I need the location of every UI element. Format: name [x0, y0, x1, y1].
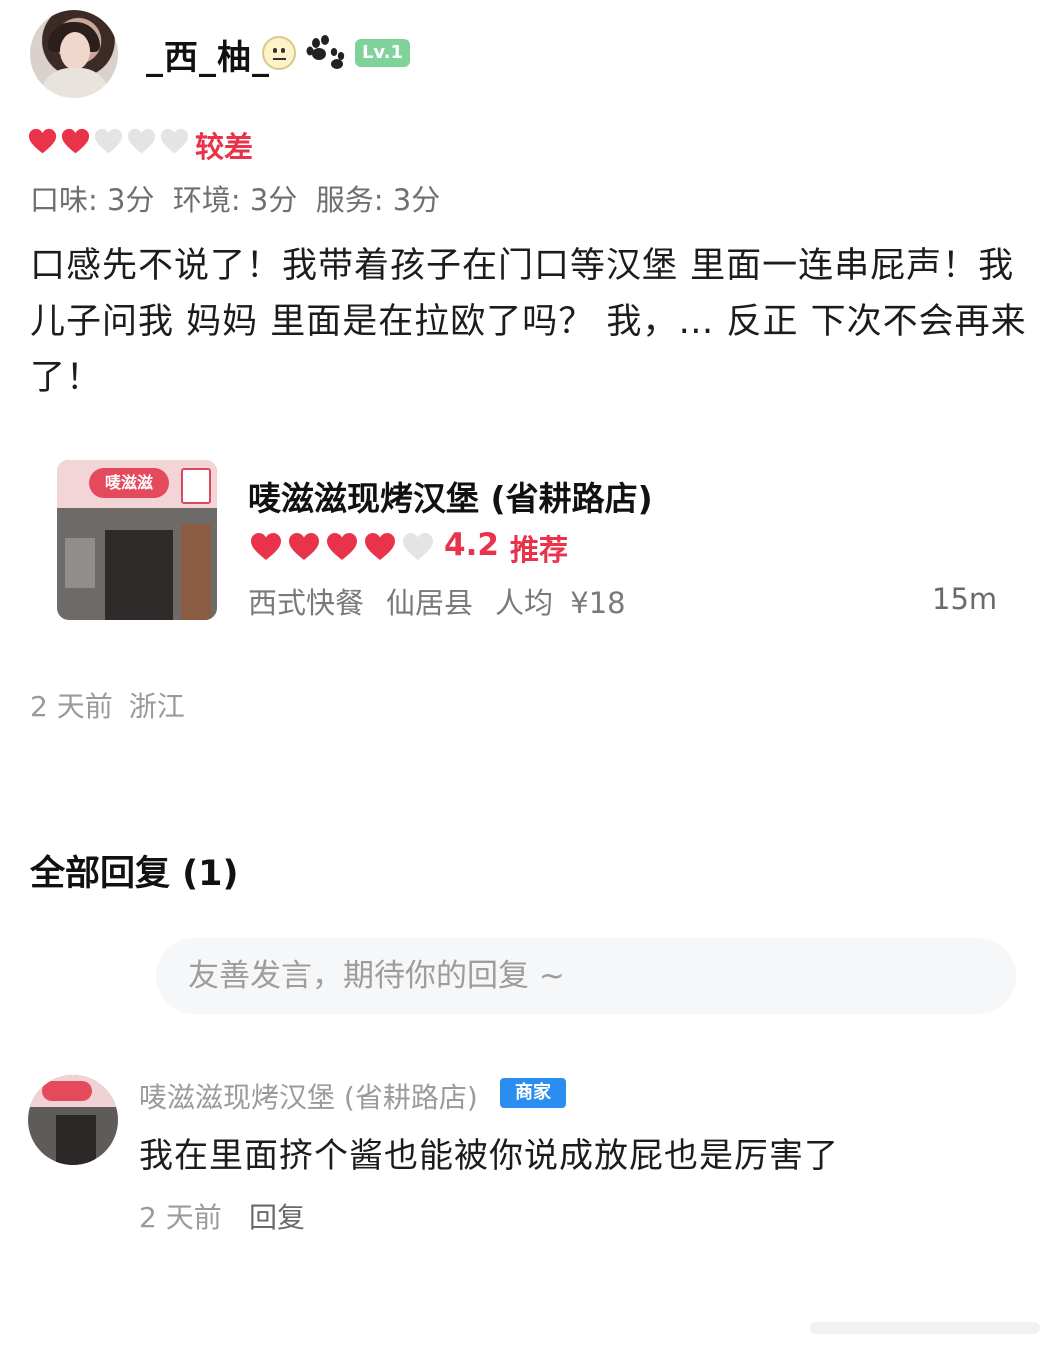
review-text: 口感先不说了！我带着孩子在门口等汉堡 里面一连串屁声！我儿子问我 妈妈 里面是在… — [30, 246, 1027, 398]
heart-empty-icon — [127, 128, 156, 154]
sub-scores: 口味: 3分 环境: 3分 服务: 3分 — [30, 183, 441, 217]
review-rating-hearts — [28, 128, 189, 155]
shop-name[interactable]: 唛滋滋现烤汉堡 (省耕路店) — [248, 472, 653, 520]
username[interactable]: _西_柚_ — [146, 30, 270, 79]
shop-rating-hearts — [250, 532, 434, 562]
neutral-face-icon — [262, 36, 296, 70]
shop-score: 4.2 — [444, 527, 499, 563]
heart-filled-icon — [251, 533, 281, 560]
heart-empty-icon — [94, 128, 123, 154]
shop-thumbnail[interactable]: 唛滋滋 — [57, 460, 217, 620]
heart-filled-icon — [289, 533, 319, 560]
reply-button[interactable]: 回复 — [249, 1196, 305, 1236]
shop-category: 西式快餐 — [248, 586, 365, 620]
reply-time: 2 天前 — [139, 1201, 222, 1234]
post-time: 2 天前 — [30, 690, 113, 723]
user-avatar[interactable] — [30, 10, 118, 98]
replies-heading: 全部回复 (1) — [30, 854, 239, 894]
reply-text: 我在里面挤个酱也能被你说成放屁也是厉害了 — [139, 1136, 839, 1176]
heart-filled-icon — [61, 128, 90, 154]
heart-empty-icon — [403, 533, 433, 560]
heart-filled-icon — [28, 128, 57, 154]
rating-label: 较差 — [195, 130, 254, 164]
watermark-icon — [810, 1322, 1040, 1334]
level-badge: Lv.1 — [355, 39, 410, 67]
shop-distance: 15m — [932, 582, 998, 616]
reply-author-name[interactable]: 唛滋滋现烤汉堡 (省耕路店) — [139, 1076, 478, 1116]
paw-print-icon — [306, 35, 345, 69]
shop-price: 人均 ¥18 — [495, 586, 626, 620]
shop-meta: 西式快餐 仙居县 人均 ¥18 — [248, 580, 648, 622]
shop-area: 仙居县 — [386, 586, 474, 620]
post-meta: 2 天前 浙江 — [30, 685, 201, 725]
shop-sign: 唛滋滋 — [89, 468, 169, 498]
heart-empty-icon — [160, 128, 189, 154]
reply-author-avatar[interactable] — [28, 1075, 118, 1165]
heart-filled-icon — [365, 533, 395, 560]
merchant-badge: 商家 — [500, 1078, 566, 1108]
post-location: 浙江 — [128, 690, 185, 723]
heart-filled-icon — [327, 533, 357, 560]
reply-input[interactable] — [156, 938, 1016, 1014]
shop-recommend-tag: 推荐 — [510, 533, 569, 567]
